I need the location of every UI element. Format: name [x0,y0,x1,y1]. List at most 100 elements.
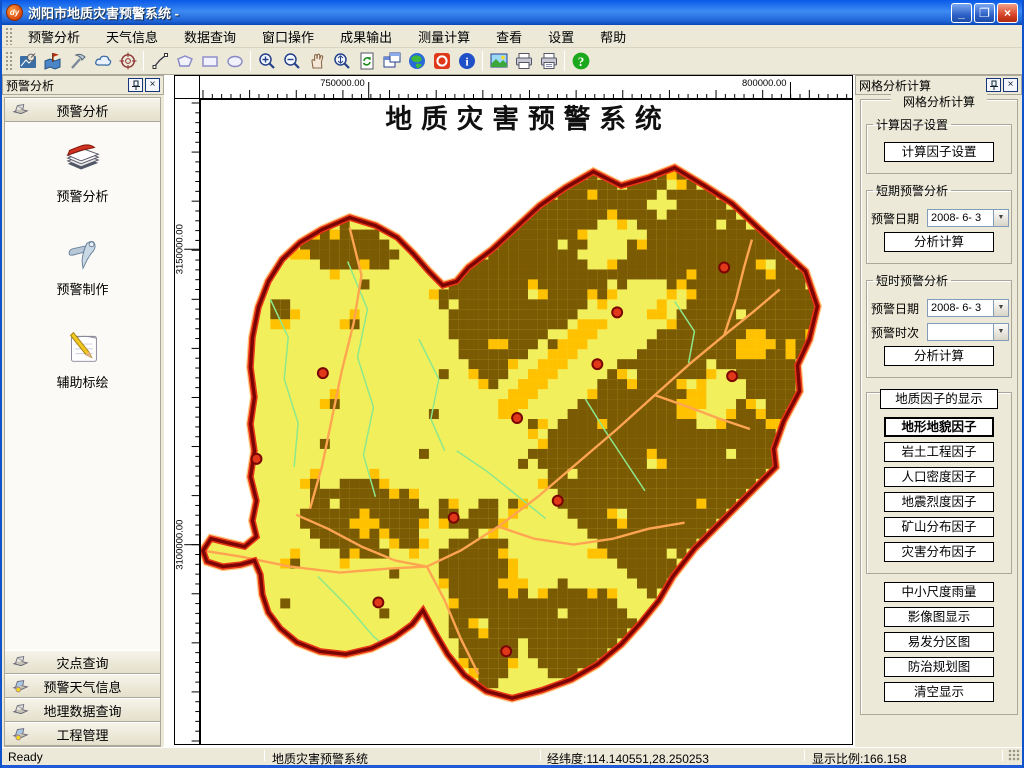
warning-date-combobox[interactable]: 2008- 6- 3 ▼ [927,209,1009,227]
nav-item-label: 辅助标绘 [5,372,160,391]
map-view[interactable]: 750000.00800000.00 3150000.003100000.00 … [164,75,855,747]
menu-帮助[interactable]: 帮助 [587,25,639,48]
nav-item-label: 预警分析 [5,186,160,205]
short-term-group: 短期预警分析 预警日期 2008- 6- 3 ▼ 分析计算 [866,182,1012,264]
nav-section-工程管理[interactable]: 工程管理 [5,722,160,746]
status-separator [540,750,541,761]
ruler-horizontal: 750000.00800000.00 [200,75,853,99]
window-title: 浏阳市地质灾害预警系统 - [28,3,179,22]
nav-item-辅助标绘[interactable]: 辅助标绘 [5,324,160,391]
polyline-tool-icon[interactable] [147,50,172,73]
section-warning-analysis[interactable]: 预警分析 [5,98,160,122]
app-logo-icon: dy [6,4,23,21]
warning-time-label: 预警时次 [871,324,927,341]
geo-factor-display-button[interactable]: 地质因子的显示 [880,389,998,409]
zoom-out-icon[interactable] [279,50,304,73]
rectangle-tool-icon[interactable] [197,50,222,73]
print-icon[interactable] [511,50,536,73]
display-button-防治规划图[interactable]: 防治规划图 [884,657,994,677]
warning-map-icon[interactable] [15,50,40,73]
pan-hand-icon[interactable] [304,50,329,73]
svg-text:3100000.00: 3100000.00 [175,520,184,570]
toolbar-separator [482,51,483,71]
warning-time-combobox[interactable]: ▼ [927,323,1009,341]
svg-text:地质灾害预警系统: 地质灾害预警系统 [385,103,670,135]
menu-预警分析[interactable]: 预警分析 [15,25,93,48]
application-window: dy 浏阳市地质灾害预警系统 - _ ❐ × 预警分析天气信息数据查询窗口操作成… [0,0,1024,768]
close-icon[interactable]: × [145,78,160,92]
info-icon[interactable]: i [454,50,479,73]
help-icon[interactable]: ? [568,50,593,73]
polygon-tool-icon[interactable] [172,50,197,73]
nowcast-group: 短时预警分析 预警日期 2008- 6- 3 ▼ 预警时次 ▼ [866,272,1012,378]
toolbar: i? [2,48,1022,75]
ruler-corner [174,75,200,99]
menu-测量计算[interactable]: 测量计算 [405,25,483,48]
menu-设置[interactable]: 设置 [535,25,587,48]
menu-成果输出[interactable]: 成果输出 [327,25,405,48]
nav-item-预警分析[interactable]: 预警分析 [5,138,160,205]
flag-map-icon[interactable] [40,50,65,73]
factor-button-人口密度因子[interactable]: 人口密度因子 [884,467,994,487]
left-panel-title: 预警分析 [6,77,126,94]
nav-item-预警制作[interactable]: 预警制作 [5,231,160,298]
nowcast-analyze-button[interactable]: 分析计算 [884,346,994,366]
svg-text:?: ? [577,54,584,69]
plotter-icon [12,701,30,722]
nav-section-预警天气信息[interactable]: 预警天气信息 [5,674,160,698]
stop-icon[interactable] [429,50,454,73]
copy-window-icon[interactable] [379,50,404,73]
close-button[interactable]: × [997,3,1018,23]
svg-text:750000.00: 750000.00 [320,78,365,89]
menu-天气信息[interactable]: 天气信息 [93,25,171,48]
display-button-易发分区图[interactable]: 易发分区图 [884,632,994,652]
calc-factor-settings-button[interactable]: 计算因子设置 [884,142,994,162]
menu-查看[interactable]: 查看 [483,25,535,48]
nav-section-地理数据查询[interactable]: 地理数据查询 [5,698,160,722]
factor-button-岩土工程因子[interactable]: 岩土工程因子 [884,442,994,462]
chevron-down-icon[interactable]: ▼ [993,324,1008,340]
pick-tool-icon[interactable] [65,50,90,73]
draw-icon [5,324,160,366]
map-canvas[interactable]: 地质灾害预警系统 [200,99,853,745]
status-item-0: Ready [8,750,43,764]
resize-grip[interactable] [1008,749,1020,761]
zoom-in-icon[interactable] [254,50,279,73]
restore-button[interactable]: ❐ [974,3,995,23]
pin-icon[interactable] [986,78,1001,92]
nav-item-label: 预警制作 [5,279,160,298]
factor-button-地震烈度因子[interactable]: 地震烈度因子 [884,492,994,512]
svg-text:3150000.00: 3150000.00 [175,224,184,274]
chevron-down-icon[interactable]: ▼ [993,210,1008,226]
factor-button-矿山分布因子[interactable]: 矿山分布因子 [884,517,994,537]
minimize-button[interactable]: _ [951,3,972,23]
chevron-down-icon[interactable]: ▼ [993,300,1008,316]
globe-icon[interactable] [404,50,429,73]
print-preview-icon[interactable] [536,50,561,73]
ellipse-tool-icon[interactable] [222,50,247,73]
refresh-icon[interactable] [354,50,379,73]
target-icon[interactable] [115,50,140,73]
geo-factor-group: 地质因子的显示 地形地貌因子岩土工程因子人口密度因子地震烈度因子矿山分布因子灾害… [866,392,1012,574]
plotter-icon [12,653,30,674]
zoom-window-icon[interactable] [329,50,354,73]
grid-analysis-group-title: 网格分析计算 [891,93,987,110]
weather-icon [12,677,30,698]
display-button-清空显示[interactable]: 清空显示 [884,682,994,702]
factor-button-灾害分布因子[interactable]: 灾害分布因子 [884,542,994,562]
menu-窗口操作[interactable]: 窗口操作 [249,25,327,48]
image-map-icon[interactable] [486,50,511,73]
nowcast-date-combobox[interactable]: 2008- 6- 3 ▼ [927,299,1009,317]
display-button-影像图显示[interactable]: 影像图显示 [884,607,994,627]
cloud-icon[interactable] [90,50,115,73]
plotter-icon [12,101,30,122]
status-separator [804,750,805,761]
menu-数据查询[interactable]: 数据查询 [171,25,249,48]
factor-button-地形地貌因子[interactable]: 地形地貌因子 [884,417,994,437]
grid-analysis-panel: 网格分析计算 × 网格分析计算 计算因子设置 计算因子设置 短期预警分析 预警日… [855,75,1022,747]
pin-icon[interactable] [128,78,143,92]
close-icon[interactable]: × [1003,78,1018,92]
display-button-中小尺度雨量[interactable]: 中小尺度雨量 [884,582,994,602]
short-term-analyze-button[interactable]: 分析计算 [884,232,994,252]
nav-section-灾点查询[interactable]: 灾点查询 [5,650,160,674]
